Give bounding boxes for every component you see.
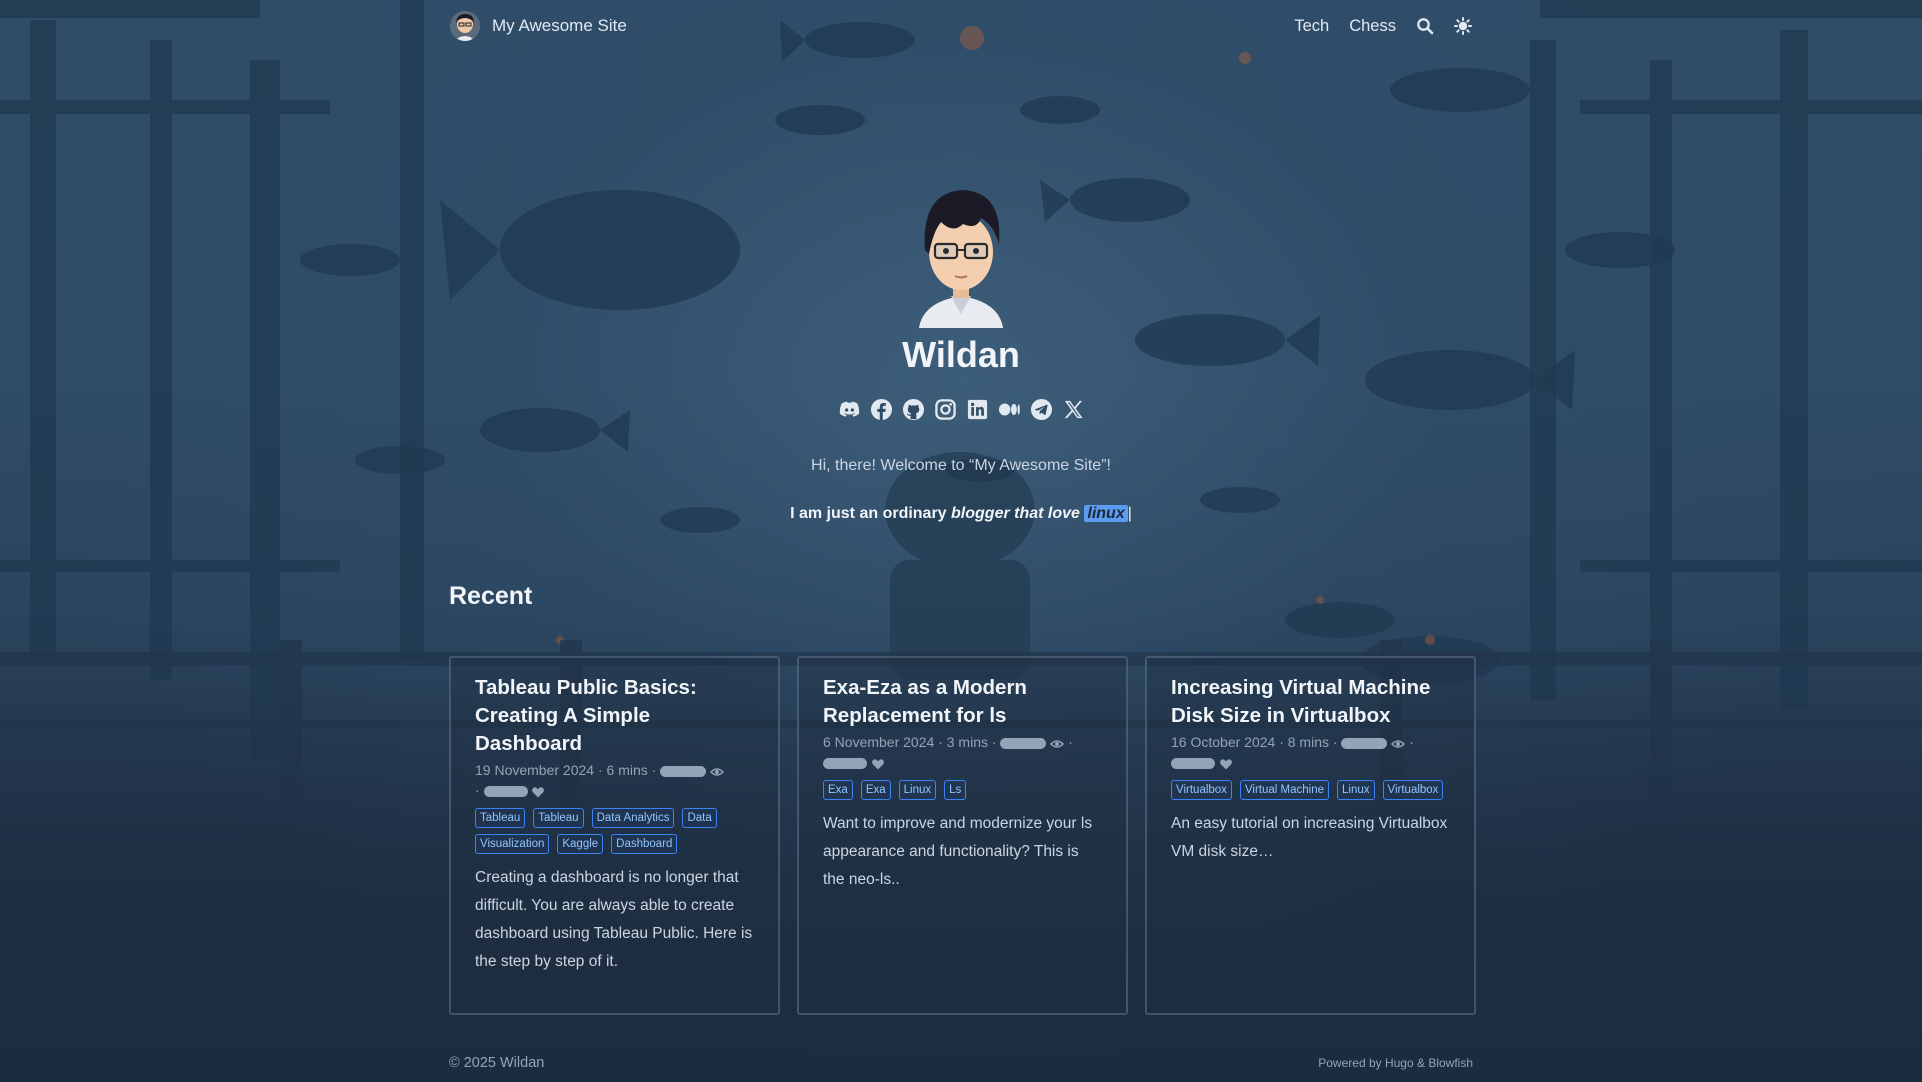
telegram-icon[interactable] [1030,398,1053,421]
social-links [0,398,1922,421]
x-icon[interactable] [1062,398,1085,421]
copyright: © 2025 Wildan [449,1055,545,1071]
tag[interactable]: Linux [1337,780,1375,800]
github-icon[interactable] [902,398,925,421]
likes-placeholder [483,785,528,797]
tagline-prefix: I am just an ordinary [790,505,947,522]
likes-placeholder [823,757,867,769]
views-placeholder [660,765,707,777]
article-date: 6 November 2024 [823,734,935,750]
typing-cursor: | [1127,505,1132,522]
article-card[interactable]: Exa-Eza as a Modern Replacement for ls 6… [797,656,1128,1015]
site-title[interactable]: My Awesome Site [492,16,627,36]
welcome-text: Hi, there! Welcome to “My Awesome Site”! [811,457,1111,474]
tag[interactable]: Ls [944,780,967,800]
tag[interactable]: Exa [823,780,853,800]
read-time: 6 mins [606,762,648,778]
discord-icon[interactable] [838,398,861,421]
main-nav: Tech Chess [1294,17,1472,36]
profile-name: Wildan [902,334,1020,375]
article-summary: Want to improve and modernize your ls ap… [823,815,1093,888]
article-date: 19 November 2024 [475,762,595,778]
tag[interactable]: Virtualbox [1382,780,1444,800]
article-title[interactable]: Exa-Eza as a Modern Replacement for ls [823,674,1102,730]
eye-icon [1050,736,1065,750]
article-title[interactable]: Tableau Public Basics: Creating A Simple… [475,674,754,758]
article-date: 16 October 2024 [1171,734,1276,750]
medium-icon[interactable] [998,398,1021,421]
article-card[interactable]: Increasing Virtual Machine Disk Size in … [1145,656,1476,1015]
profile-hero: Wildan Hi, there! Welcome to “My Awesome… [0,184,1922,523]
tag[interactable]: Virtualbox [1171,780,1232,800]
instagram-icon[interactable] [934,398,957,421]
tagline-highlight: linux [1084,505,1128,522]
article-summary: Creating a dashboard is no longer that d… [475,869,753,970]
tag[interactable]: Linux [898,780,937,800]
heart-icon [1219,756,1233,770]
linkedin-icon[interactable] [966,398,989,421]
eye-icon [1391,736,1406,750]
article-tags: Exa Exa Linux Ls [823,780,1102,800]
views-placeholder [1000,737,1047,749]
sun-icon[interactable] [1454,17,1472,35]
facebook-icon[interactable] [870,398,893,421]
views-placeholder [1341,737,1388,749]
recent-posts: Tableau Public Basics: Creating A Simple… [449,656,1476,1015]
tag[interactable]: Dashboard [611,834,678,854]
tag[interactable]: Tableau [533,808,584,828]
article-meta: 16 October 2024 · 8 mins · · [1171,732,1450,772]
powered-by[interactable]: Powered by Hugo & Blowfish [1318,1056,1473,1070]
profile-avatar [911,184,1011,328]
typed-tagline: I am just an ordinary blogger that love … [0,505,1922,523]
article-tags: Tableau Tableau Data Analytics Data Visu… [475,808,754,854]
read-time: 8 mins [1287,734,1329,750]
tag[interactable]: Data Analytics [591,808,675,828]
read-time: 3 mins [946,734,988,750]
tag[interactable]: Visualization [475,834,550,854]
tag[interactable]: Tableau [475,808,526,828]
recent-heading: Recent [449,582,533,610]
heart-icon [531,784,545,798]
tagline-emphasis: blogger that love [951,505,1080,522]
nav-tech[interactable]: Tech [1294,17,1329,36]
article-summary: An easy tutorial on increasing Virtualbo… [1171,815,1448,860]
tag[interactable]: Data [682,808,717,828]
nav-chess[interactable]: Chess [1349,17,1396,36]
article-tags: Virtualbox Virtual Machine Linux Virtual… [1171,780,1450,800]
site-footer: © 2025 Wildan Powered by Hugo & Blowfish [449,1055,1473,1071]
search-icon[interactable] [1416,17,1434,35]
tag[interactable]: Kaggle [557,834,604,854]
site-header: My Awesome Site Tech Chess [450,0,1472,52]
article-meta: 19 November 2024 · 6 mins · · [475,760,754,800]
article-title[interactable]: Increasing Virtual Machine Disk Size in … [1171,674,1450,730]
tag[interactable]: Virtual Machine [1239,780,1329,800]
brand[interactable]: My Awesome Site [450,11,627,41]
eye-icon [710,764,725,778]
article-meta: 6 November 2024 · 3 mins · · [823,732,1102,772]
article-card[interactable]: Tableau Public Basics: Creating A Simple… [449,656,780,1015]
heart-icon [871,756,885,770]
site-avatar[interactable] [450,11,480,41]
likes-placeholder [1171,757,1215,769]
tag[interactable]: Exa [860,780,891,800]
